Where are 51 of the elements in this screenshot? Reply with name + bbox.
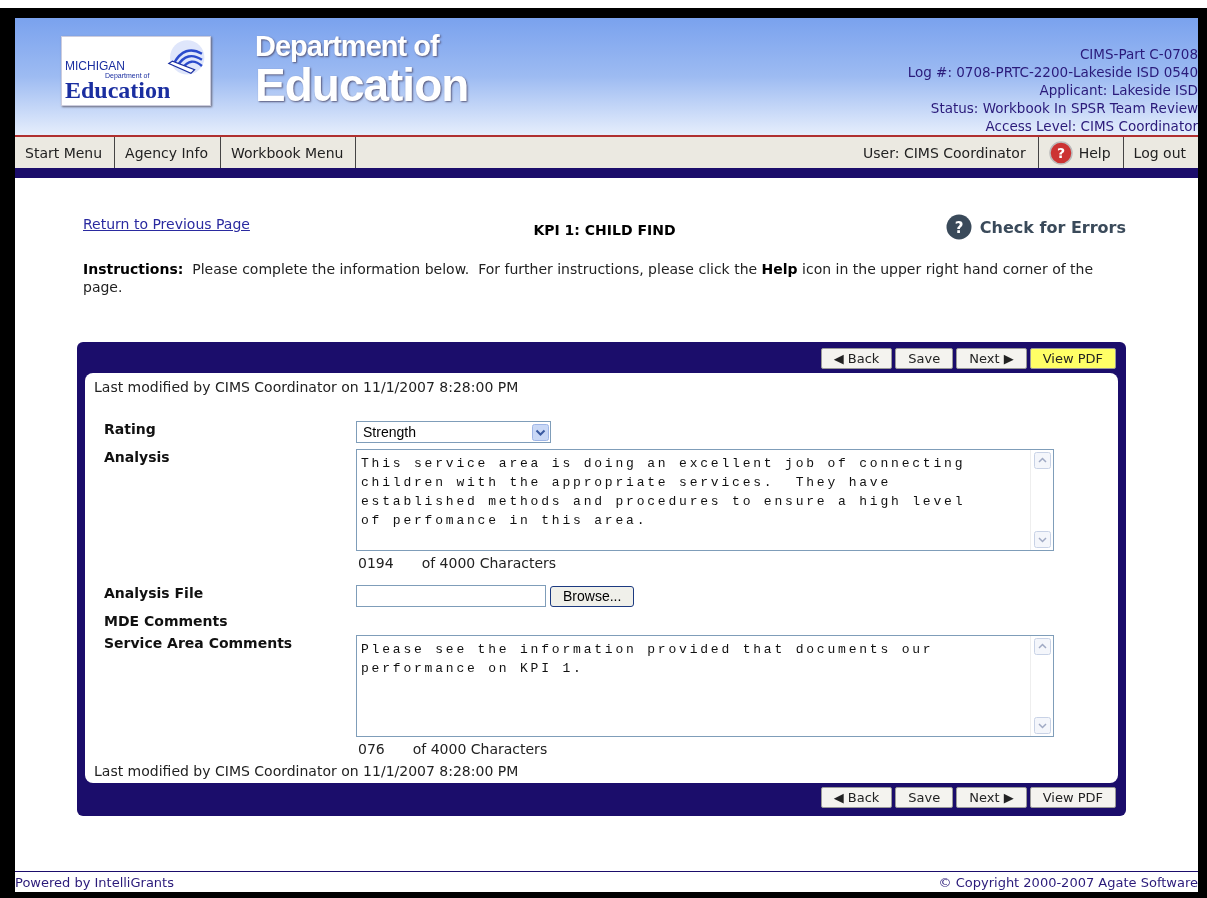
last-modified-text: Last modified by CIMS Coordinator on 11/1/2007 8:28:00 PM bbox=[94, 379, 520, 395]
toolbar-button[interactable]: View PDF bbox=[1029, 348, 1116, 369]
field-label: Service Area Comments bbox=[104, 635, 294, 651]
info-line: Status: Workbook In SPSR Team Review bbox=[930, 99, 1198, 117]
nav-link[interactable]: Workbook Menu bbox=[221, 137, 357, 168]
browse-button[interactable]: Browse... bbox=[550, 585, 635, 607]
nav-link[interactable]: Agency Info bbox=[115, 137, 221, 168]
field-label: Rating bbox=[104, 421, 157, 437]
return-link[interactable]: Return to Previous Page bbox=[83, 216, 250, 232]
toolbar-button[interactable]: View PDF bbox=[1029, 787, 1116, 808]
last-modified-text: Last modified by CIMS Coordinator on 11/1/2007 8:28:00 PM bbox=[94, 763, 520, 779]
logo-text: MICHIGAN bbox=[65, 60, 126, 72]
file-path-field[interactable] bbox=[356, 585, 546, 607]
character-count: 0194 bbox=[358, 555, 394, 571]
field-label: Analysis bbox=[104, 449, 171, 465]
toolbar-button[interactable]: ◀ Back bbox=[820, 348, 893, 369]
instructions-text: Instructions: Please complete the information below. For further instructions, please click the Help icon in the upper right hand corner of the page. bbox=[83, 260, 1095, 296]
scroll-down-icon[interactable] bbox=[1033, 531, 1051, 548]
nav-link[interactable]: Start Menu bbox=[15, 137, 116, 168]
info-line: CIMS-Part C-0708 bbox=[1079, 45, 1198, 63]
scroll-up-icon[interactable] bbox=[1033, 452, 1051, 469]
toolbar-button[interactable]: ◀ Back bbox=[820, 787, 893, 808]
copyright-text: © Copyright 2000-2007 Agate Software bbox=[938, 875, 1198, 890]
site-title: Education bbox=[255, 62, 469, 108]
character-limit: of 4000 Characters bbox=[421, 555, 557, 571]
powered-by-text: Powered by IntelliGrants bbox=[15, 875, 174, 890]
info-line: Access Level: CIMS Coordinator bbox=[985, 117, 1198, 135]
page-title: KPI 1: CHILD FIND bbox=[533, 222, 676, 238]
toolbar-button[interactable]: Next ▶ bbox=[956, 787, 1027, 808]
text-area[interactable]: Please see the information provided that documents our performance on KPI 1. bbox=[356, 635, 1054, 737]
scroll-down-icon[interactable] bbox=[1033, 717, 1051, 734]
info-line: Applicant: Lakeside ISD bbox=[1039, 81, 1198, 99]
help-icon: ? bbox=[945, 214, 972, 240]
text-area[interactable]: This service area is doing an excellent job of connecting children with the appropriate services. They have established methods and procedures to ensure a high level of perfomance in this area. bbox=[356, 449, 1054, 551]
site-title: Department of bbox=[255, 30, 441, 62]
field-label: Analysis File bbox=[104, 585, 205, 601]
toolbar-button[interactable]: Next ▶ bbox=[956, 348, 1027, 369]
check-errors-link[interactable]: ? Check for Errors bbox=[945, 214, 1126, 240]
toolbar-button[interactable]: Save bbox=[895, 348, 954, 369]
toolbar-button[interactable]: Save bbox=[895, 787, 954, 808]
character-count: 076 bbox=[358, 741, 385, 757]
field-label: MDE Comments bbox=[104, 613, 229, 629]
logo-text: Education bbox=[65, 79, 172, 102]
help-icon: ? bbox=[1048, 140, 1073, 165]
scroll-up-icon[interactable] bbox=[1033, 638, 1051, 655]
info-line: Log #: 0708-PRTC-2200-Lakeside ISD 0540 bbox=[907, 63, 1198, 81]
logout-link[interactable]: Log out bbox=[1122, 137, 1198, 168]
rating-dropdown[interactable]: Strength bbox=[356, 421, 551, 443]
help-link[interactable]: ? Help bbox=[1037, 137, 1123, 168]
character-limit: of 4000 Characters bbox=[412, 741, 548, 757]
user-label: User: CIMS Coordinator bbox=[862, 143, 1027, 163]
